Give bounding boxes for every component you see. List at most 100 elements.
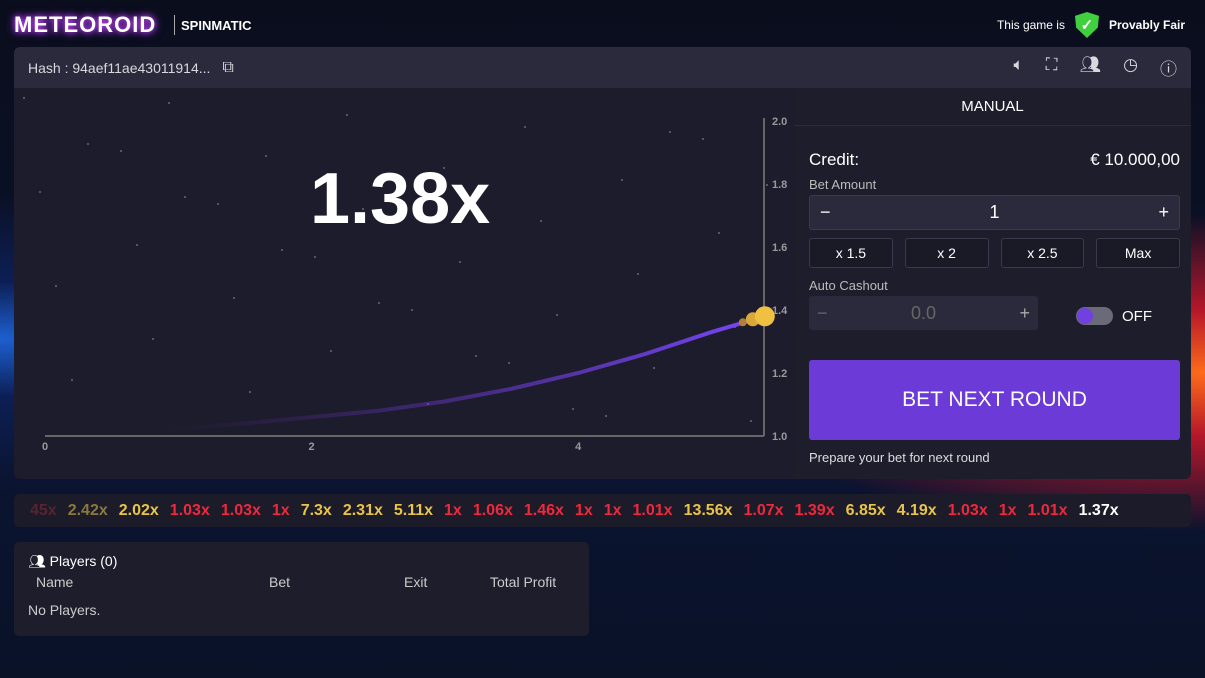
- game-area: 0 2 4 2.0 1.8 1.6 1.4 1.2 1.0 1.38x: [14, 88, 794, 479]
- star: [217, 203, 219, 205]
- history-item: 6.85x: [845, 501, 886, 519]
- divider: [174, 15, 175, 35]
- copy-icon[interactable]: ⧉: [222, 59, 233, 77]
- star: [766, 184, 768, 186]
- star: [120, 150, 122, 152]
- star: [718, 232, 720, 234]
- minus-icon[interactable]: −: [820, 202, 831, 223]
- y-tick-label: 1.6: [772, 242, 787, 254]
- star: [669, 131, 671, 133]
- history-item: 1.37x: [1078, 501, 1119, 519]
- players-panel: 👥︎ Players (0) Name Bet Exit Total Profi…: [14, 542, 589, 636]
- fair-prefix: This game is: [996, 18, 1065, 32]
- status-text: Prepare your bet for next round: [809, 450, 990, 465]
- round-history: 45x 2.42x 2.02x 1.03x 1.03x 1x 7.3x 2.31x 5.11x 1…: [14, 494, 1191, 527]
- auto-cashout-input[interactable]: 0.0: [911, 303, 936, 324]
- plus-icon[interactable]: +: [1158, 202, 1169, 223]
- quick-max-button[interactable]: Max: [1096, 238, 1180, 268]
- bet-amount-stepper: − 1 +: [809, 195, 1180, 230]
- history-item: 1x: [603, 501, 622, 519]
- credit-value: € 10.000,00: [1090, 150, 1180, 169]
- star: [378, 302, 380, 304]
- bet-next-round-button[interactable]: BET NEXT ROUND: [809, 360, 1180, 440]
- star: [411, 309, 413, 311]
- history-item: 1.46x: [523, 501, 564, 519]
- no-players: No Players.: [28, 602, 101, 618]
- users-icon[interactable]: 👥︎: [1080, 55, 1102, 80]
- star: [508, 362, 510, 364]
- meteor-trail: [738, 318, 747, 327]
- star: [168, 102, 170, 104]
- bet-amount-input[interactable]: 1: [989, 202, 999, 223]
- toggle-label: OFF: [1122, 307, 1152, 325]
- auto-cashout-toggle[interactable]: OFF: [1076, 307, 1152, 325]
- history-item: 2.42x: [67, 501, 108, 519]
- star: [540, 220, 542, 222]
- auto-cashout-label: Auto Cashout: [809, 278, 888, 293]
- multiplier-curve: [162, 314, 767, 432]
- history-icon[interactable]: ◷: [1123, 55, 1138, 80]
- column-name: Name: [36, 574, 74, 590]
- star: [136, 244, 138, 246]
- column-total-profit: Total Profit: [490, 574, 557, 590]
- star: [71, 379, 73, 381]
- quick-x2.5-button[interactable]: x 2.5: [1000, 238, 1085, 268]
- multiplier-chart: 0 2 42.01.81.61.41.21.0: [23, 97, 788, 453]
- column-exit: Exit: [404, 574, 428, 590]
- star: [702, 138, 704, 140]
- bet-panel: MANUAL Credit: € 10.000,00 Bet Amount − …: [794, 88, 1191, 479]
- meteor-icon: [754, 306, 775, 327]
- star: [281, 249, 283, 251]
- star: [184, 196, 186, 198]
- column-bet: Bet: [269, 574, 291, 590]
- history-item: 7.3x: [300, 501, 332, 519]
- fullscreen-icon[interactable]: ⛶: [1046, 55, 1058, 80]
- star: [459, 261, 461, 263]
- toolbar: Hash : 94aef11ae43011914... ⧉ 🔈︎ ⛶ 👥︎ ◷ …: [14, 47, 1191, 88]
- star: [55, 285, 57, 287]
- y-tick-label: 1.8: [772, 179, 787, 191]
- provably-fair[interactable]: This game is ✓ Provably Fair: [997, 12, 1185, 38]
- current-multiplier: 1.38x: [310, 159, 491, 239]
- brand: SPINMATIC: [181, 18, 252, 33]
- history-item: 5.11x: [393, 501, 434, 519]
- minus-icon[interactable]: −: [817, 303, 828, 324]
- history-item: 1x: [271, 501, 290, 519]
- sound-icon[interactable]: 🔈︎: [1013, 55, 1023, 80]
- history-item: 1.03x: [220, 501, 261, 519]
- star: [621, 179, 623, 181]
- star: [750, 420, 752, 422]
- quick-x1.5-button[interactable]: x 1.5: [809, 238, 893, 268]
- history-item: 4.19x: [896, 501, 937, 519]
- x-tick-label: 2: [309, 441, 315, 453]
- plus-icon[interactable]: +: [1019, 303, 1030, 324]
- history-item: 1x: [574, 501, 593, 519]
- game-window: Hash : 94aef11ae43011914... ⧉ 🔈︎ ⛶ 👥︎ ◷ …: [14, 47, 1191, 479]
- history-item: 1.39x: [794, 501, 835, 519]
- quick-x2-button[interactable]: x 2: [904, 238, 989, 268]
- history-item: 45x: [30, 501, 57, 519]
- credit-label: Credit:: [809, 150, 860, 169]
- history-item: 1x: [998, 501, 1017, 519]
- history-item: 1.01x: [632, 501, 673, 519]
- logo: METEOROID: [14, 12, 157, 37]
- help-icon[interactable]: ⓘ: [1160, 55, 1177, 80]
- history-item: 1.06x: [472, 501, 513, 519]
- star: [572, 408, 574, 410]
- history-item: 1.03x: [947, 501, 988, 519]
- star: [152, 338, 154, 340]
- star: [39, 191, 41, 193]
- fair-label: Provably Fair: [1108, 18, 1185, 32]
- tab-manual[interactable]: MANUAL: [794, 88, 1191, 126]
- history-item: 1.07x: [743, 501, 784, 519]
- history-item: 13.56x: [683, 501, 733, 519]
- star: [233, 297, 235, 299]
- star: [346, 114, 348, 116]
- star: [475, 355, 477, 357]
- star: [23, 97, 25, 99]
- y-tick-label: 2.0: [772, 116, 787, 128]
- history-item: 1.01x: [1027, 501, 1068, 519]
- y-tick-label: 1.2: [772, 368, 787, 380]
- shield-check-icon: ✓: [1074, 12, 1099, 38]
- history-item: 2.02x: [118, 501, 159, 519]
